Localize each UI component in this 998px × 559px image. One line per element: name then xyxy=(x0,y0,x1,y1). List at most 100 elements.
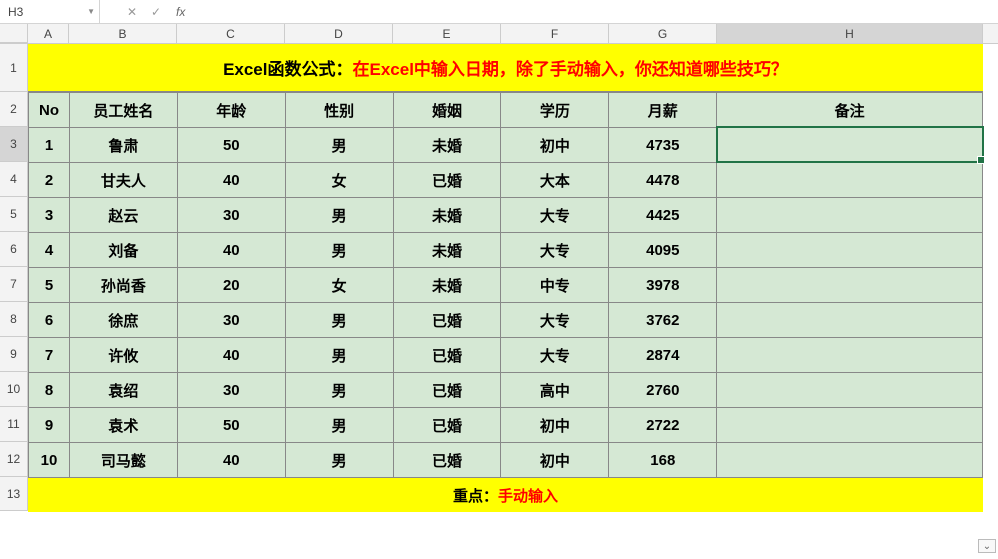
table-header-cell[interactable]: 备注 xyxy=(717,93,983,128)
title-merged-cell[interactable]: Excel函数公式： 在Excel中输入日期，除了手动输入，你还知道哪些技巧？ xyxy=(28,44,983,92)
cell-age[interactable]: 40 xyxy=(177,338,285,373)
row-header-2[interactable]: 2 xyxy=(0,92,28,127)
cell-edu[interactable]: 大专 xyxy=(501,198,609,233)
cell-salary[interactable]: 2874 xyxy=(609,338,717,373)
cell-no[interactable]: 10 xyxy=(29,443,70,478)
cell-marriage[interactable]: 已婚 xyxy=(393,373,501,408)
cell-name[interactable]: 鲁肃 xyxy=(69,128,177,163)
row-header-13[interactable]: 13 xyxy=(0,477,28,511)
row-header-3[interactable]: 3 xyxy=(0,127,28,162)
cell-no[interactable]: 4 xyxy=(29,233,70,268)
cell-edu[interactable]: 大专 xyxy=(501,233,609,268)
cell-salary[interactable]: 4735 xyxy=(609,128,717,163)
cell-salary[interactable]: 168 xyxy=(609,443,717,478)
table-header-cell[interactable]: 性别 xyxy=(285,93,393,128)
cell-remark[interactable] xyxy=(717,233,983,268)
cell-age[interactable]: 40 xyxy=(177,233,285,268)
cell-name[interactable]: 袁术 xyxy=(69,408,177,443)
cell-salary[interactable]: 2760 xyxy=(609,373,717,408)
table-header-cell[interactable]: 学历 xyxy=(501,93,609,128)
cell-remark[interactable] xyxy=(717,128,983,163)
cell-remark[interactable] xyxy=(717,443,983,478)
cell-edu[interactable]: 高中 xyxy=(501,373,609,408)
formula-input[interactable] xyxy=(193,0,998,23)
cell-remark[interactable] xyxy=(717,408,983,443)
cell-age[interactable]: 30 xyxy=(177,198,285,233)
cell-marriage[interactable]: 已婚 xyxy=(393,443,501,478)
cell-name[interactable]: 孙尚香 xyxy=(69,268,177,303)
cell-age[interactable]: 30 xyxy=(177,373,285,408)
cell-name[interactable]: 甘夫人 xyxy=(69,163,177,198)
cells-area[interactable]: Excel函数公式： 在Excel中输入日期，除了手动输入，你还知道哪些技巧？ … xyxy=(28,44,983,512)
cell-no[interactable]: 9 xyxy=(29,408,70,443)
cell-name[interactable]: 袁绍 xyxy=(69,373,177,408)
cell-age[interactable]: 40 xyxy=(177,443,285,478)
cell-no[interactable]: 2 xyxy=(29,163,70,198)
cell-age[interactable]: 40 xyxy=(177,163,285,198)
cancel-button[interactable]: ✕ xyxy=(120,5,144,19)
row-header-6[interactable]: 6 xyxy=(0,232,28,267)
table-header-cell[interactable]: 员工姓名 xyxy=(69,93,177,128)
row-header-7[interactable]: 7 xyxy=(0,267,28,302)
select-all-corner[interactable] xyxy=(0,24,28,43)
row-header-5[interactable]: 5 xyxy=(0,197,28,232)
cell-age[interactable]: 50 xyxy=(177,408,285,443)
column-header-E[interactable]: E xyxy=(393,24,501,43)
cell-salary[interactable]: 2722 xyxy=(609,408,717,443)
cell-name[interactable]: 徐庶 xyxy=(69,303,177,338)
cell-gender[interactable]: 男 xyxy=(285,373,393,408)
row-header-12[interactable]: 12 xyxy=(0,442,28,477)
cell-marriage[interactable]: 未婚 xyxy=(393,198,501,233)
cell-marriage[interactable]: 未婚 xyxy=(393,128,501,163)
row-header-1[interactable]: 1 xyxy=(0,44,28,92)
cell-gender[interactable]: 男 xyxy=(285,338,393,373)
cell-gender[interactable]: 女 xyxy=(285,163,393,198)
cell-remark[interactable] xyxy=(717,303,983,338)
cell-age[interactable]: 20 xyxy=(177,268,285,303)
table-header-cell[interactable]: 年龄 xyxy=(177,93,285,128)
cell-gender[interactable]: 男 xyxy=(285,198,393,233)
chevron-down-icon[interactable]: ▼ xyxy=(87,7,95,16)
cell-edu[interactable]: 大专 xyxy=(501,303,609,338)
cell-no[interactable]: 6 xyxy=(29,303,70,338)
row-header-8[interactable]: 8 xyxy=(0,302,28,337)
cell-gender[interactable]: 男 xyxy=(285,303,393,338)
table-header-cell[interactable]: 婚姻 xyxy=(393,93,501,128)
cell-salary[interactable]: 4095 xyxy=(609,233,717,268)
table-header-cell[interactable]: 月薪 xyxy=(609,93,717,128)
cell-gender[interactable]: 男 xyxy=(285,408,393,443)
column-header-F[interactable]: F xyxy=(501,24,609,43)
cell-salary[interactable]: 3762 xyxy=(609,303,717,338)
cell-marriage[interactable]: 已婚 xyxy=(393,163,501,198)
cell-remark[interactable] xyxy=(717,268,983,303)
cell-marriage[interactable]: 未婚 xyxy=(393,233,501,268)
cell-edu[interactable]: 中专 xyxy=(501,268,609,303)
row-header-10[interactable]: 10 xyxy=(0,372,28,407)
cell-salary[interactable]: 4425 xyxy=(609,198,717,233)
name-box[interactable]: H3 ▼ xyxy=(0,0,100,23)
cell-edu[interactable]: 初中 xyxy=(501,128,609,163)
confirm-button[interactable]: ✓ xyxy=(144,5,168,19)
cell-age[interactable]: 30 xyxy=(177,303,285,338)
cell-gender[interactable]: 女 xyxy=(285,268,393,303)
column-header-D[interactable]: D xyxy=(285,24,393,43)
column-header-C[interactable]: C xyxy=(177,24,285,43)
cell-salary[interactable]: 4478 xyxy=(609,163,717,198)
cell-gender[interactable]: 男 xyxy=(285,233,393,268)
cell-salary[interactable]: 3978 xyxy=(609,268,717,303)
cell-edu[interactable]: 初中 xyxy=(501,408,609,443)
row-header-9[interactable]: 9 xyxy=(0,337,28,372)
table-header-cell[interactable]: No xyxy=(29,93,70,128)
cell-remark[interactable] xyxy=(717,338,983,373)
cell-name[interactable]: 刘备 xyxy=(69,233,177,268)
column-header-A[interactable]: A xyxy=(28,24,69,43)
row-header-11[interactable]: 11 xyxy=(0,407,28,442)
cell-no[interactable]: 5 xyxy=(29,268,70,303)
cell-remark[interactable] xyxy=(717,163,983,198)
cell-name[interactable]: 赵云 xyxy=(69,198,177,233)
cell-marriage[interactable]: 已婚 xyxy=(393,338,501,373)
footer-merged-cell[interactable]: 重点： 手动输入 xyxy=(28,478,983,512)
cell-no[interactable]: 1 xyxy=(29,128,70,163)
column-header-B[interactable]: B xyxy=(69,24,177,43)
column-header-H[interactable]: H xyxy=(717,24,983,43)
